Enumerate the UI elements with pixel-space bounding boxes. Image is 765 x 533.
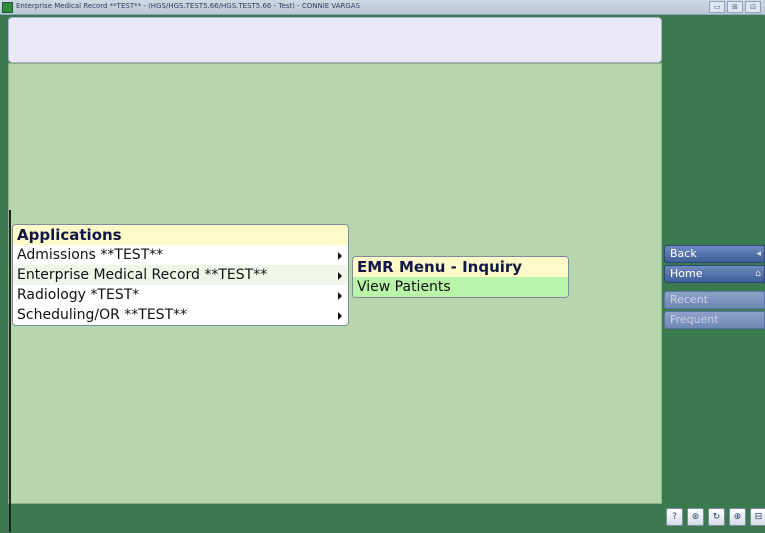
window-title: Enterprise Medical Record **TEST** - (HG… [16, 2, 361, 10]
applications-menu-title: Applications [13, 225, 348, 245]
submenu-arrow-icon [338, 312, 342, 320]
restore-button[interactable]: ⊡ [745, 1, 761, 13]
minimize-button[interactable]: ▭ [709, 1, 725, 13]
refresh-icon[interactable]: ↻ [708, 508, 725, 526]
menu-item-scheduling-or[interactable]: Scheduling/OR **TEST** [13, 305, 348, 325]
menu-item-label: Admissions **TEST** [17, 247, 164, 263]
help-icon[interactable]: ? [666, 508, 683, 526]
recent-button[interactable]: Recent [664, 291, 765, 309]
applications-menu: Applications Admissions **TEST** Enterpr… [12, 224, 349, 326]
menu-item-enterprise-medical-record[interactable]: Enterprise Medical Record **TEST** [13, 265, 348, 285]
menu-item-admissions[interactable]: Admissions **TEST** [13, 245, 348, 265]
bottom-toolbar: ? ⊛ ↻ ⊕ ⊟ [666, 508, 765, 526]
submenu-arrow-icon [338, 252, 342, 260]
window-controls: ▭ ⊞ ⊡ [709, 1, 761, 13]
menu-item-view-patients[interactable]: View Patients [353, 277, 568, 297]
exit-icon[interactable]: ⊟ [750, 508, 765, 526]
maximize-button[interactable]: ⊞ [727, 1, 743, 13]
menu-item-radiology[interactable]: Radiology *TEST* [13, 285, 348, 305]
home-label: Home [670, 267, 703, 280]
recent-label: Recent [670, 293, 709, 306]
menu-item-label: Scheduling/OR **TEST** [17, 307, 188, 323]
emr-menu: EMR Menu - Inquiry View Patients [352, 256, 569, 298]
home-icon: ⌂ [755, 269, 761, 279]
menu-item-label: View Patients [357, 279, 451, 295]
frequent-label: Frequent [670, 313, 719, 326]
submenu-arrow-icon [338, 292, 342, 300]
back-button[interactable]: Back ◂ [664, 245, 765, 263]
header-panel [8, 17, 662, 63]
search-icon[interactable]: ⊛ [687, 508, 704, 526]
left-divider [9, 210, 11, 532]
side-navigation: Back ◂ Home ⌂ Recent Frequent [664, 245, 765, 331]
menu-item-label: Enterprise Medical Record **TEST** [17, 267, 268, 283]
title-bar: Enterprise Medical Record **TEST** - (HG… [0, 0, 765, 15]
menu-item-label: Radiology *TEST* [17, 287, 140, 303]
back-arrow-icon: ◂ [756, 249, 761, 259]
submenu-arrow-icon [338, 272, 342, 280]
lock-icon[interactable]: ⊕ [729, 508, 746, 526]
back-label: Back [670, 247, 697, 260]
app-icon [2, 2, 13, 13]
home-button[interactable]: Home ⌂ [664, 265, 765, 283]
frequent-button[interactable]: Frequent [664, 311, 765, 329]
emr-menu-title: EMR Menu - Inquiry [353, 257, 568, 277]
